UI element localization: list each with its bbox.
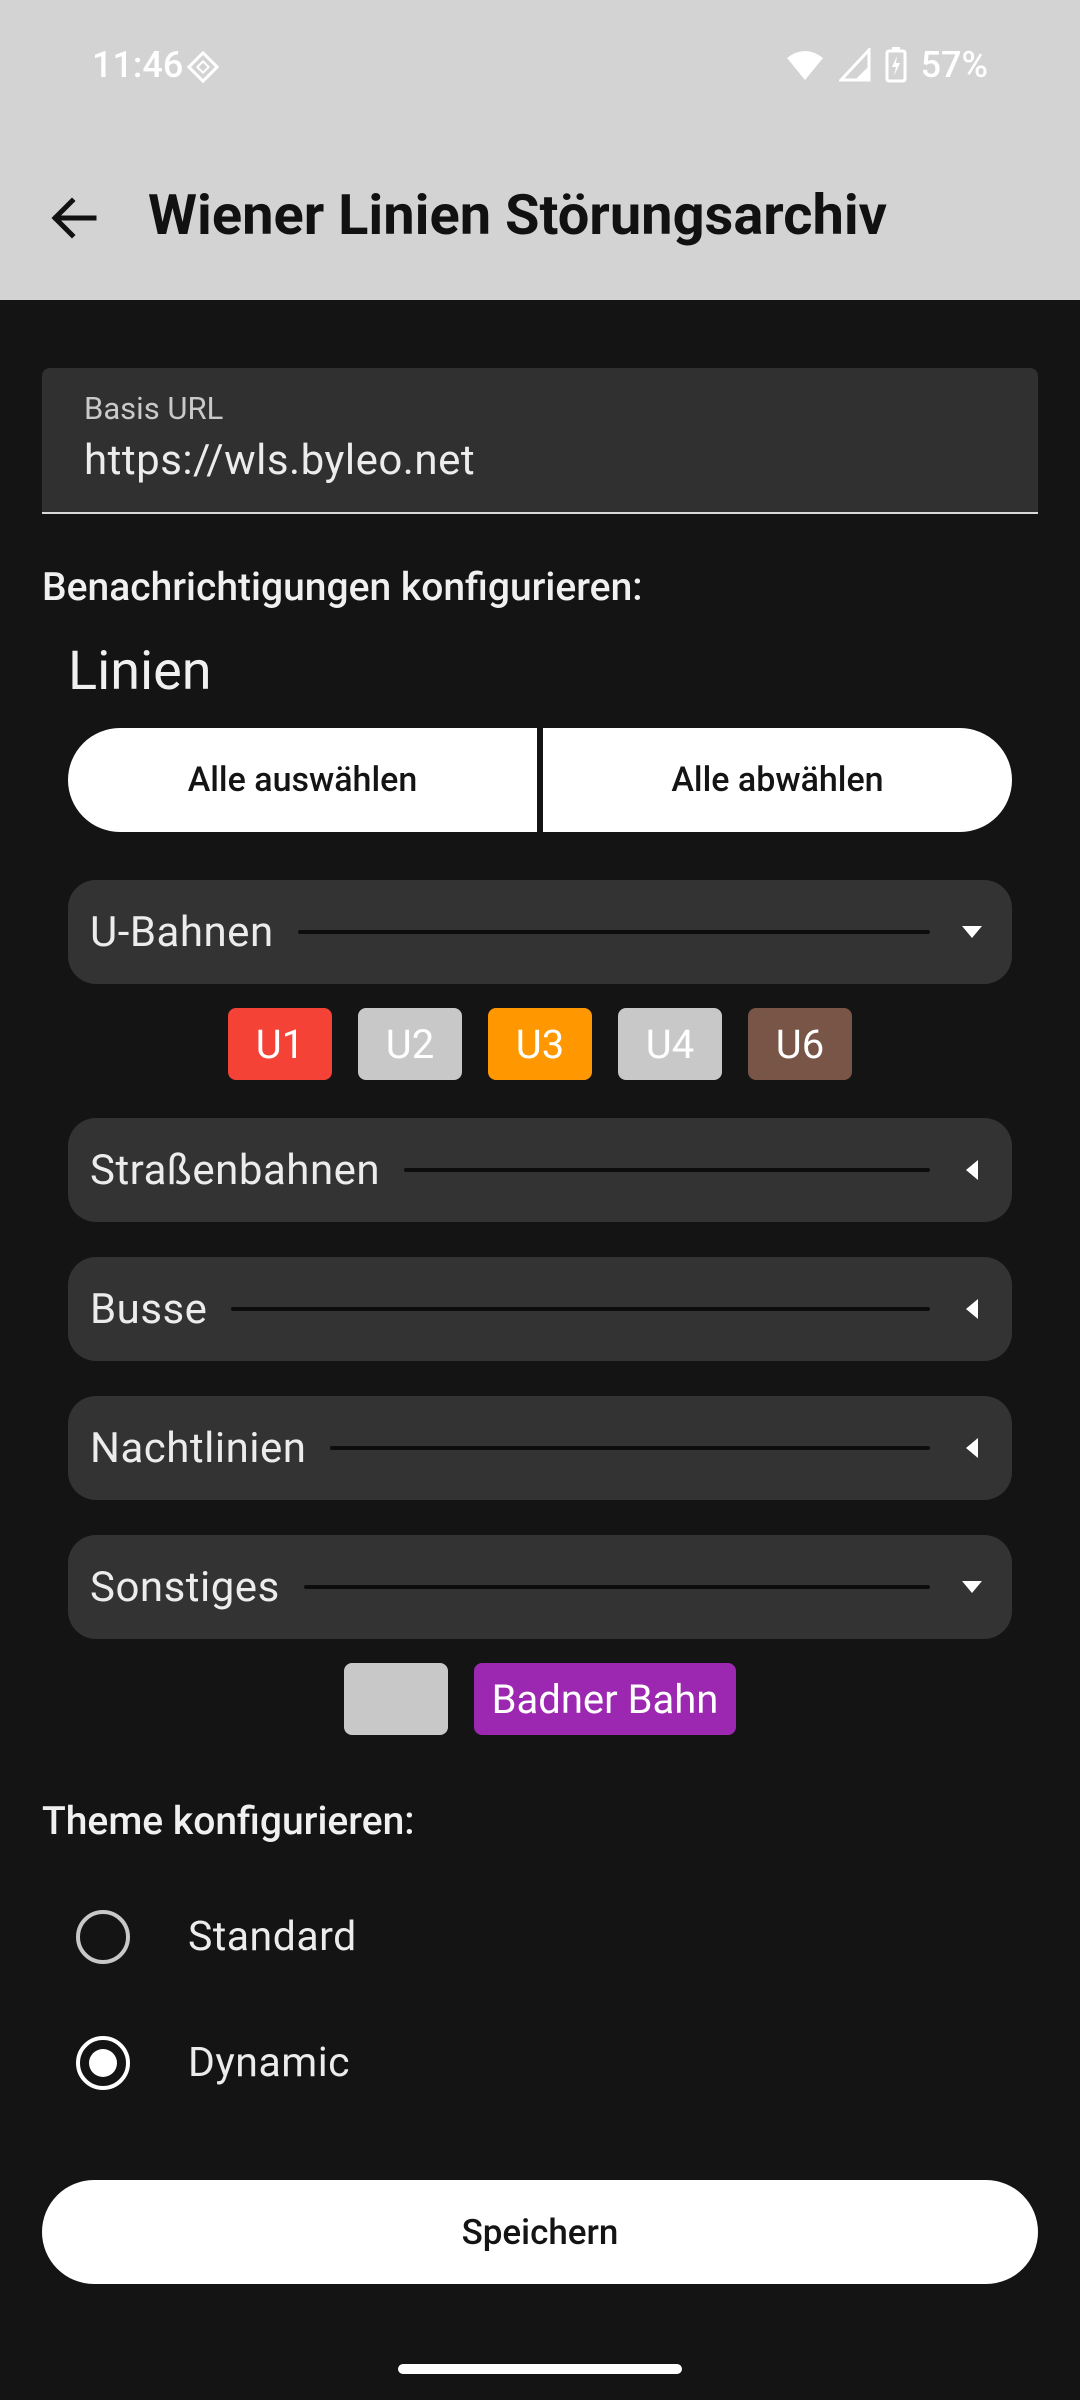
lines-subheading: Linien [68,640,212,703]
divider-line [297,930,930,934]
battery-icon [885,47,907,83]
caret-down-icon[interactable] [956,1571,988,1603]
select-toggle-group: Alle auswählen Alle abwählen [68,728,1012,832]
status-time: 11:46 [92,44,184,86]
category-label: U-Bahnen [90,907,274,957]
category-sonstiges[interactable]: Sonstiges [68,1535,1012,1639]
status-bar: 11:46 57% [0,0,1080,132]
divider-line [303,1585,930,1589]
divider-line [404,1168,930,1172]
category-label: Busse [90,1284,208,1334]
save-button[interactable]: Speichern [42,2180,1038,2284]
line-chip-u4[interactable]: U4 [618,1008,722,1080]
ubahn-chip-row: U1 U2 U3 U4 U6 [0,1008,1080,1080]
category-label: Nachtlinien [90,1423,307,1473]
base-url-input[interactable]: Basis URL https://wls.byleo.net [42,368,1038,514]
app-bar: Wiener Linien Störungsarchiv [0,132,1080,300]
caret-left-icon[interactable] [956,1154,988,1186]
caret-left-icon[interactable] [956,1432,988,1464]
signal-icon [838,48,871,82]
notification-diamond-icon [186,50,220,84]
line-chip-u3[interactable]: U3 [488,1008,592,1080]
category-label: Straßenbahnen [90,1145,381,1195]
caret-down-icon[interactable] [956,916,988,948]
category-nachtlinien[interactable]: Nachtlinien [68,1396,1012,1500]
caret-left-icon[interactable] [956,1293,988,1325]
battery-percent: 57% [920,44,988,86]
home-indicator[interactable] [398,2364,682,2374]
theme-option-label: Dynamic [188,2039,351,2087]
status-indicators: 57% [785,44,988,86]
line-chip-u6[interactable]: U6 [748,1008,852,1080]
radio-checked-icon[interactable] [76,2036,130,2090]
divider-line [330,1446,930,1450]
category-busse[interactable]: Busse [68,1257,1012,1361]
theme-heading: Theme konfigurieren: [42,1798,415,1844]
other-chip-row: Badner Bahn [0,1663,1080,1735]
line-chip-u2[interactable]: U2 [358,1008,462,1080]
theme-option-standard[interactable]: Standard [76,1910,357,1964]
back-arrow-icon[interactable] [42,186,106,250]
theme-option-dynamic[interactable]: Dynamic [76,2036,350,2090]
base-url-label: Basis URL [84,390,224,427]
divider-line [231,1307,930,1311]
category-label: Sonstiges [90,1562,280,1612]
base-url-value[interactable]: https://wls.byleo.net [84,436,475,485]
category-strassenbahnen[interactable]: Straßenbahnen [68,1118,1012,1222]
line-chip-u1[interactable]: U1 [228,1008,332,1080]
select-all-button[interactable]: Alle auswählen [68,728,537,832]
line-chip-badner-bahn[interactable]: Badner Bahn [474,1663,736,1735]
theme-option-label: Standard [188,1913,357,1961]
radio-unchecked-icon[interactable] [76,1910,130,1964]
line-chip-unnamed[interactable] [344,1663,448,1735]
deselect-all-button[interactable]: Alle abwählen [543,728,1012,832]
notifications-heading: Benachrichtigungen konfigurieren: [42,564,643,610]
category-ubahnen[interactable]: U-Bahnen [68,880,1012,984]
page-title: Wiener Linien Störungsarchiv [148,182,887,248]
wifi-icon [785,48,825,82]
